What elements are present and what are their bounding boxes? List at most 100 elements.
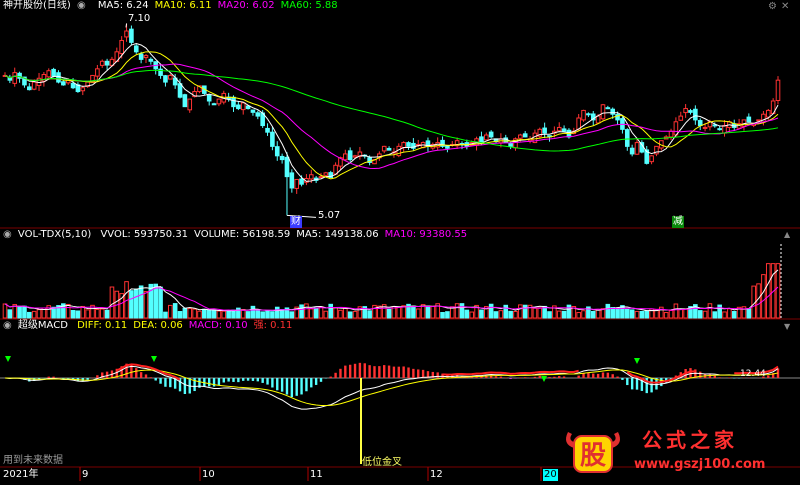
candle-body [294, 178, 299, 189]
volume-bar [323, 310, 329, 319]
settings-icon[interactable]: ⚙ [768, 1, 777, 12]
volume-bar [304, 303, 309, 319]
candle-body [12, 72, 18, 84]
x-axis-month-label: 11 [310, 469, 323, 480]
low-golden-cross-label: 低位金叉 [362, 457, 402, 468]
volume-bar [138, 285, 144, 319]
panel-toggle-icon[interactable]: ◉ [3, 229, 12, 240]
candle-body [187, 98, 193, 111]
volume-bar [576, 312, 581, 319]
volume-bar [299, 304, 304, 319]
volume-bar [537, 307, 543, 319]
chart-stage[interactable]: 神开股份(日线) ◉ MA5: 6.24 MA10: 6.11 MA20: 6.02… [0, 0, 800, 481]
candle-body [46, 70, 52, 78]
volume-bar [7, 309, 13, 319]
candle-body [775, 79, 781, 101]
candle-body [148, 58, 154, 62]
volume-bar [133, 288, 139, 319]
candle-body [673, 121, 679, 136]
candle-body [702, 126, 708, 129]
volume-bar [99, 308, 105, 319]
panel-toggle-icon[interactable]: ◉ [77, 0, 86, 11]
volume-bar [663, 312, 669, 319]
reduction-badge[interactable]: 减 [672, 216, 684, 228]
candle-body [678, 115, 684, 121]
arrow-down-icon[interactable]: ▼ [784, 322, 790, 331]
volume-bar [508, 310, 513, 319]
high-price-label: 7.10 [128, 13, 151, 24]
volume-bar [318, 306, 324, 319]
candle-body [581, 109, 586, 121]
volume-bar [722, 311, 727, 319]
volume-bar [104, 309, 110, 319]
volume-bar [177, 311, 183, 319]
candle-body [308, 174, 314, 180]
volume-bar [518, 304, 523, 319]
indicator-value: MA5: 6.24 [97, 0, 149, 11]
arrow-up-icon[interactable]: ▲ [784, 230, 790, 239]
candle-body [595, 115, 601, 124]
candle-body [279, 155, 285, 161]
volume-bar [236, 307, 241, 319]
close-icon[interactable]: ✕ [781, 1, 789, 12]
volume-bar [226, 310, 231, 319]
candle-body [274, 146, 280, 157]
candle-body [756, 119, 761, 122]
candle-body [688, 110, 693, 113]
x-axis-month-label: 20 [543, 469, 558, 481]
volume-bar [265, 310, 270, 319]
candle-body [133, 45, 139, 53]
volume-bar [163, 311, 168, 319]
macd-indicator-title: 超级MACD [17, 320, 68, 331]
site-url: www.gszj100.com [634, 457, 766, 472]
volume-bar [328, 303, 334, 319]
volume-bar [673, 303, 679, 319]
candle-body [177, 83, 183, 98]
candle-body [163, 75, 168, 83]
candle-body [406, 142, 411, 147]
volume-bar [717, 304, 722, 319]
candle-body [624, 129, 630, 147]
candle-body [129, 28, 134, 43]
volume-bar [469, 311, 475, 319]
candle-body [284, 156, 290, 178]
volume-bar [556, 310, 562, 319]
volume-panel-header: ◉ VOL-TDX(5,10) VVOL: 593750.31 VOLUME: 5… [3, 229, 467, 241]
volume-bar [479, 309, 484, 319]
volume-bar [727, 308, 732, 319]
volume-bar [65, 303, 71, 319]
candle-body [488, 131, 494, 138]
indicator-value: MA60: 5.88 [280, 0, 338, 11]
volume-bar [211, 309, 217, 319]
volume-bar [707, 303, 713, 319]
candle-body [649, 155, 654, 163]
volume-bar [313, 307, 319, 319]
indicator-value: VOLUME: 56198.59 [194, 229, 291, 240]
stock-title: 神开股份(日线) [3, 0, 71, 11]
volume-bar [333, 307, 338, 319]
candle-body [610, 108, 616, 115]
financial-report-badge[interactable]: 财 [290, 216, 302, 228]
candle-body [542, 127, 547, 134]
volume-bar [756, 283, 761, 319]
volume-bar [343, 307, 348, 319]
panel-toggle-icon[interactable]: ◉ [3, 320, 12, 331]
volume-bar [654, 309, 659, 319]
volume-bar [430, 305, 436, 319]
volume-bar [396, 306, 402, 319]
candle-body [31, 81, 37, 90]
volume-bar [22, 305, 27, 319]
candle-body [323, 172, 329, 176]
indicator-value: 强: 0.11 [253, 320, 293, 331]
candle-body [522, 133, 528, 138]
x-axis-month-label: 9 [82, 469, 89, 480]
x-axis-year-label: 2021年 [3, 469, 39, 480]
volume-bar [36, 309, 42, 319]
candle-body [255, 112, 261, 117]
volume-bar [274, 306, 280, 319]
volume-bar [31, 310, 37, 319]
volume-bar [85, 309, 90, 319]
volume-bar [765, 263, 771, 319]
volume-bar [70, 309, 76, 319]
volume-bar [372, 304, 377, 319]
